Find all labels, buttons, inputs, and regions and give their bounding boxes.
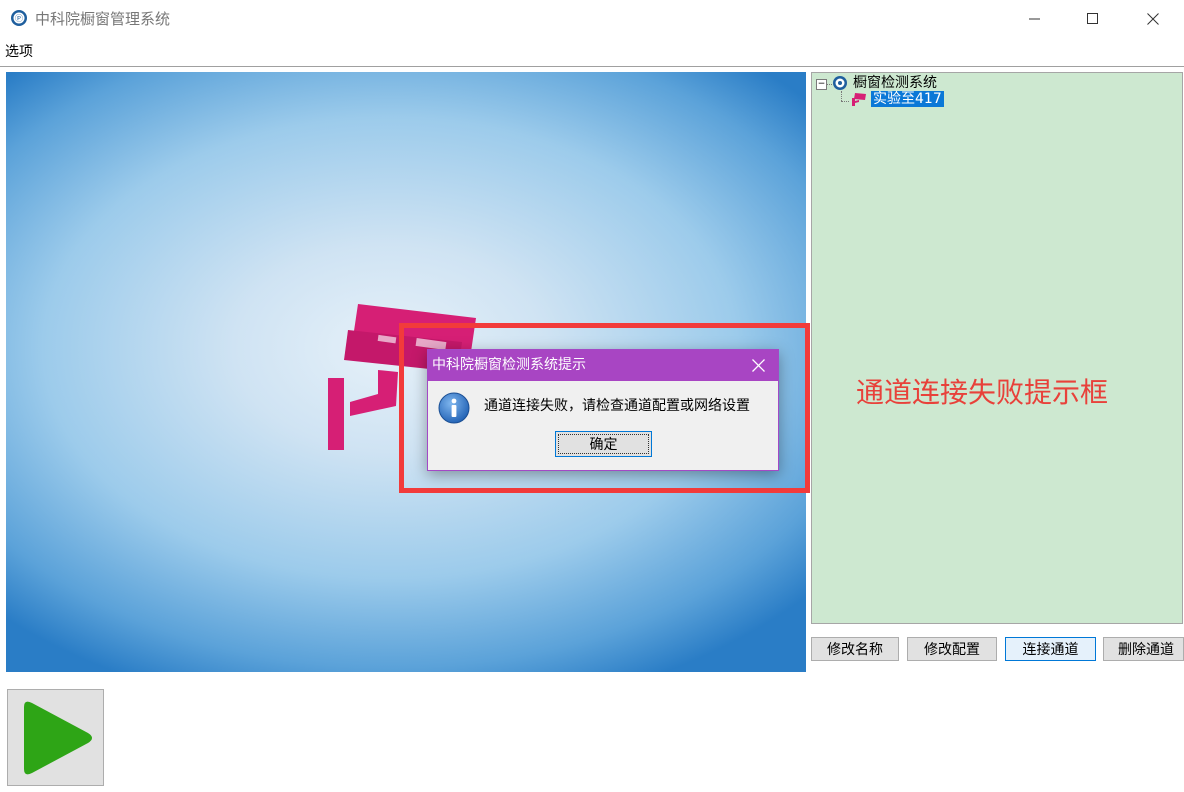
close-icon [1147, 13, 1159, 25]
connect-channel-button[interactable]: 连接通道 [1005, 637, 1096, 661]
play-button[interactable] [7, 689, 104, 786]
info-icon [438, 392, 470, 424]
close-icon [751, 359, 765, 372]
tree-item-channel[interactable]: 实验至417 [871, 91, 944, 107]
dialog-close-button[interactable] [738, 350, 778, 381]
focus-outline [558, 434, 649, 454]
camera-icon [852, 93, 866, 106]
app-logo-icon: Ⓟ [11, 10, 27, 26]
tree-connector [841, 101, 849, 102]
close-button[interactable] [1124, 0, 1182, 38]
minimize-icon [1029, 18, 1040, 20]
maximize-button[interactable] [1064, 0, 1122, 38]
app-logo-icon [833, 76, 847, 90]
minimize-button[interactable] [1006, 0, 1064, 38]
dialog-title: 中科院橱窗检测系统提示 [432, 357, 586, 373]
menu-bar: 选项 [0, 38, 1184, 67]
svg-text:Ⓟ: Ⓟ [15, 14, 23, 23]
window-title: 中科院橱窗管理系统 [35, 10, 171, 28]
error-dialog: 中科院橱窗检测系统提示 通道连接失败，请检查通道配置或网络设置 确定 [427, 349, 779, 471]
rename-button[interactable]: 修改名称 [811, 637, 899, 661]
dialog-body: 通道连接失败，请检查通道配置或网络设置 确定 [428, 381, 778, 470]
channel-tree[interactable]: − 橱窗检测系统 实验至417 通道连接失败提示框 [811, 72, 1183, 624]
edit-config-button[interactable]: 修改配置 [907, 637, 997, 661]
dialog-title-bar: 中科院橱窗检测系统提示 [428, 350, 778, 381]
ok-button[interactable]: 确定 [555, 431, 652, 457]
play-icon [24, 701, 92, 775]
maximize-icon [1087, 13, 1098, 24]
title-bar: Ⓟ 中科院橱窗管理系统 [0, 0, 1184, 38]
annotation-label: 通道连接失败提示框 [856, 376, 1109, 409]
tree-root-label[interactable]: 橱窗检测系统 [853, 74, 937, 92]
menu-options[interactable]: 选项 [5, 43, 33, 61]
dialog-message: 通道连接失败，请检查通道配置或网络设置 [484, 398, 750, 414]
delete-channel-button[interactable]: 删除通道 [1103, 637, 1184, 661]
tree-connector [841, 91, 842, 101]
